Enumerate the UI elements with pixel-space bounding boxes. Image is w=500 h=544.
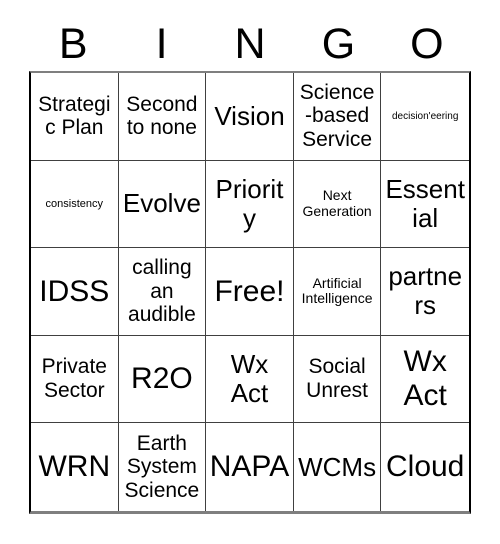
bingo-cell-g2[interactable]: Next Generation	[293, 160, 382, 249]
bingo-cell-label: Evolve	[122, 188, 201, 219]
bingo-cell-b1[interactable]: Strategic Plan	[31, 73, 119, 161]
bingo-cell-label: Priority	[215, 173, 284, 233]
bingo-header-row: B I N G O	[29, 18, 471, 71]
bingo-cell-label: Next Generation	[302, 187, 372, 219]
bingo-cell-label: R2O	[131, 362, 193, 396]
bingo-free-space-label: Free!	[214, 274, 285, 308]
bingo-cell-g4[interactable]: Social Unrest	[293, 335, 382, 424]
bingo-card: B I N G O Strategic Plan Second to none …	[0, 0, 500, 544]
bingo-cell-i1[interactable]: Second to none	[118, 73, 207, 161]
bingo-cell-label: Essential	[385, 173, 465, 233]
bingo-cell-n2[interactable]: Priority	[206, 160, 294, 249]
bingo-cell-label: Social Unrest	[306, 355, 369, 403]
bingo-cell-i4[interactable]: R2O	[118, 335, 207, 424]
bingo-header-letter-b: B	[58, 20, 88, 68]
bingo-cell-label: Artificial Intelligence	[301, 274, 373, 307]
bingo-header-letter-g: G	[321, 20, 356, 68]
bingo-cell-label: WRN	[38, 450, 111, 484]
bingo-cell-b3[interactable]: IDSS	[31, 248, 119, 336]
bingo-cell-label: Strategic Plan	[38, 92, 111, 140]
bingo-cell-label: calling an audible	[128, 255, 196, 327]
bingo-cell-g5[interactable]: WCMs	[293, 423, 382, 511]
bingo-cell-label: IDSS	[39, 274, 110, 308]
bingo-cell-o1[interactable]: decision'eering	[381, 73, 469, 161]
bingo-cell-label: Earth System Science	[124, 431, 200, 503]
bingo-cell-label: Vision	[214, 100, 285, 131]
bingo-cell-label: WCMs	[298, 451, 377, 482]
bingo-cell-o3[interactable]: partners	[381, 248, 469, 336]
bingo-cell-free-space[interactable]: Free!	[206, 248, 294, 336]
bingo-cell-g3[interactable]: Artificial Intelligence	[293, 248, 382, 336]
bingo-cell-label: consistency	[45, 197, 104, 210]
bingo-cell-label: Private Sector	[41, 355, 107, 403]
bingo-cell-o2[interactable]: Essential	[381, 160, 469, 249]
bingo-cell-o5[interactable]: Cloud	[381, 423, 469, 511]
bingo-cell-n4[interactable]: Wx Act	[206, 335, 294, 424]
bingo-cell-label: Second to none	[126, 92, 198, 140]
bingo-cell-g1[interactable]: Science-based Service	[293, 73, 382, 161]
bingo-cell-label: decision'eering	[391, 110, 459, 122]
bingo-cell-n5[interactable]: NAPA	[206, 423, 294, 511]
bingo-cell-b5[interactable]: WRN	[31, 423, 119, 511]
bingo-cell-label: Science-based Service	[299, 80, 375, 152]
bingo-header-letter-n: N	[234, 20, 266, 68]
bingo-cell-label: Cloud	[385, 450, 465, 484]
bingo-cell-i5[interactable]: Earth System Science	[118, 423, 207, 511]
bingo-cell-label: Wx Act	[403, 345, 447, 413]
bingo-cell-i2[interactable]: Evolve	[118, 160, 207, 249]
bingo-cell-n1[interactable]: Vision	[206, 73, 294, 161]
bingo-header-letter-o: O	[410, 20, 444, 68]
bingo-cell-o4[interactable]: Wx Act	[381, 335, 469, 424]
bingo-cell-label: Wx Act	[230, 348, 269, 409]
bingo-header-letter-i: I	[155, 20, 168, 68]
bingo-cell-i3[interactable]: calling an audible	[118, 248, 207, 336]
bingo-cell-b4[interactable]: Private Sector	[31, 335, 119, 424]
bingo-cell-b2[interactable]: consistency	[31, 160, 119, 249]
bingo-cell-label: NAPA	[209, 450, 290, 484]
bingo-grid: Strategic Plan Second to none Vision Sci…	[29, 71, 471, 514]
bingo-cell-label: partners	[388, 261, 463, 321]
